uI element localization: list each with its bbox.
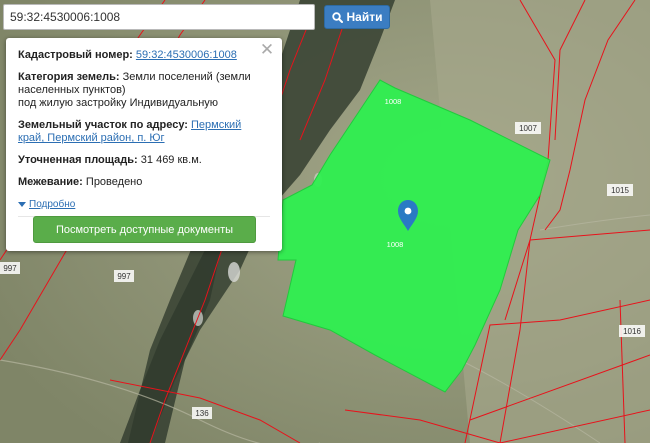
address-label: Земельный участок по адресу: — [18, 119, 188, 131]
close-icon[interactable]: ✕ — [259, 41, 275, 58]
cadastral-number-row: Кадастровый номер: 59:32:4530006:1008 — [18, 49, 270, 62]
map-label-997-right-text: 997 — [117, 272, 131, 281]
area-row: Уточненная площадь: 31 469 кв.м. — [18, 154, 270, 167]
map-label-997-right: 997 — [114, 270, 134, 282]
search-button[interactable]: Найти — [324, 5, 390, 29]
map-label-1007: 1007 — [515, 122, 541, 134]
cadastral-number-link[interactable]: 59:32:4530006:1008 — [136, 49, 237, 61]
survey-label: Межевание: — [18, 176, 83, 188]
survey-row: Межевание: Проведено — [18, 176, 270, 189]
survey-value: Проведено — [85, 176, 143, 188]
map-label-997-left-text: 997 — [3, 264, 17, 273]
map-label-1016: 1016 — [619, 325, 645, 337]
map-label-997-left: 997 — [0, 262, 20, 274]
snow-patch — [228, 262, 240, 282]
parcel-label-top: 1008 — [385, 97, 402, 106]
map-label-1007-text: 1007 — [519, 124, 537, 133]
triangle-down-icon — [18, 202, 26, 207]
permitted-use-value: под жилую застройку Индивидуальную — [18, 97, 219, 109]
address-row: Земельный участок по адресу: Пермский кр… — [18, 119, 270, 145]
cadastral-search-input[interactable] — [3, 4, 315, 30]
map-label-1016-text: 1016 — [623, 327, 641, 336]
search-button-label: Найти — [346, 10, 383, 24]
details-toggle[interactable]: Подробно — [18, 199, 75, 210]
view-documents-button[interactable]: Посмотреть доступные документы — [33, 216, 256, 243]
details-toggle-label: Подробно — [29, 199, 76, 210]
map-label-1015-text: 1015 — [611, 186, 629, 195]
land-category-label: Категория земель: — [18, 71, 120, 83]
area-value: 31 469 кв.м. — [140, 154, 202, 166]
map-label-136-text: 136 — [195, 409, 209, 418]
parcel-info-popup: ✕ Кадастровый номер: 59:32:4530006:1008 … — [6, 38, 282, 251]
search-icon — [331, 11, 343, 23]
area-label: Уточненная площадь: — [18, 154, 138, 166]
parcel-label-center: 1008 — [387, 240, 404, 249]
map-label-136: 136 — [192, 407, 212, 419]
map-label-1015: 1015 — [607, 184, 633, 196]
cadastral-number-label: Кадастровый номер: — [18, 49, 133, 61]
land-category-row: Категория земель: Земли поселений (земли… — [18, 71, 270, 110]
